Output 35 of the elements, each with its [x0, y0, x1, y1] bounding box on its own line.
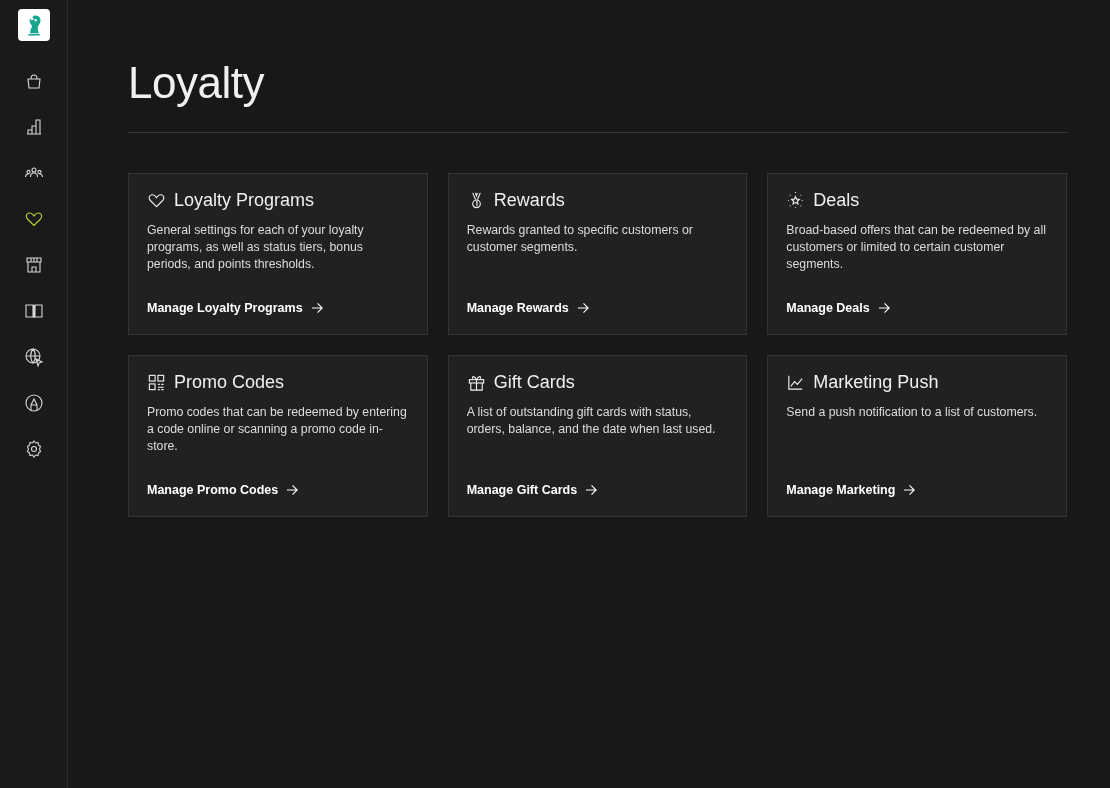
manage-link[interactable]: Manage Loyalty Programs — [147, 301, 324, 315]
card-description: Send a push notification to a list of customers. — [786, 404, 1039, 421]
card-description: A list of outstanding gift cards with status, orders, balance, and the date when last used. — [466, 404, 717, 438]
card-description: Promo codes that can be redeemed by entering a code online or scanning a promo code in-store. — [147, 404, 408, 455]
arrow-right-icon — [585, 484, 599, 496]
card-description: Rewards granted to specific customers or customer segments. — [466, 222, 694, 256]
sparkle-star-icon — [786, 191, 806, 210]
manage-link[interactable]: Manage Deals — [786, 301, 891, 315]
card-title: Deals — [813, 190, 860, 211]
card-description: General settings for each of your loyalty programs, as well as status tiers, bonus periods, and points thresholds. — [147, 222, 365, 273]
gift-icon — [466, 373, 486, 392]
heart-icon — [147, 191, 166, 210]
qr-code-icon — [147, 373, 166, 392]
globe-icon — [23, 347, 44, 367]
pen-icon — [23, 393, 44, 413]
card-title: Gift Cards — [493, 372, 575, 393]
page-title: Loyalty — [128, 58, 266, 108]
manage-link[interactable]: Manage Gift Cards — [466, 483, 599, 497]
manage-link[interactable]: Manage Promo Codes — [147, 483, 300, 497]
card-description: Broad-based offers that can be redeemed by all customers or limited to certain customer segments. — [786, 222, 1047, 273]
heart-icon — [23, 209, 44, 229]
arrow-right-icon — [877, 302, 891, 314]
storefront-icon — [23, 255, 44, 275]
card-title: Loyalty Programs — [174, 190, 315, 211]
arrow-right-icon — [903, 484, 917, 496]
card-title: Rewards — [493, 190, 565, 211]
arrow-right-icon — [310, 302, 324, 314]
arrow-right-icon — [286, 484, 300, 496]
arrow-right-icon — [576, 302, 590, 314]
app-logo[interactable] — [17, 9, 50, 41]
book-icon — [23, 301, 44, 321]
card-title: Marketing Push — [813, 372, 939, 393]
manage-link[interactable]: Manage Rewards — [466, 301, 590, 315]
card-title: Promo Codes — [174, 372, 285, 393]
manage-link[interactable]: Manage Marketing — [786, 483, 917, 497]
